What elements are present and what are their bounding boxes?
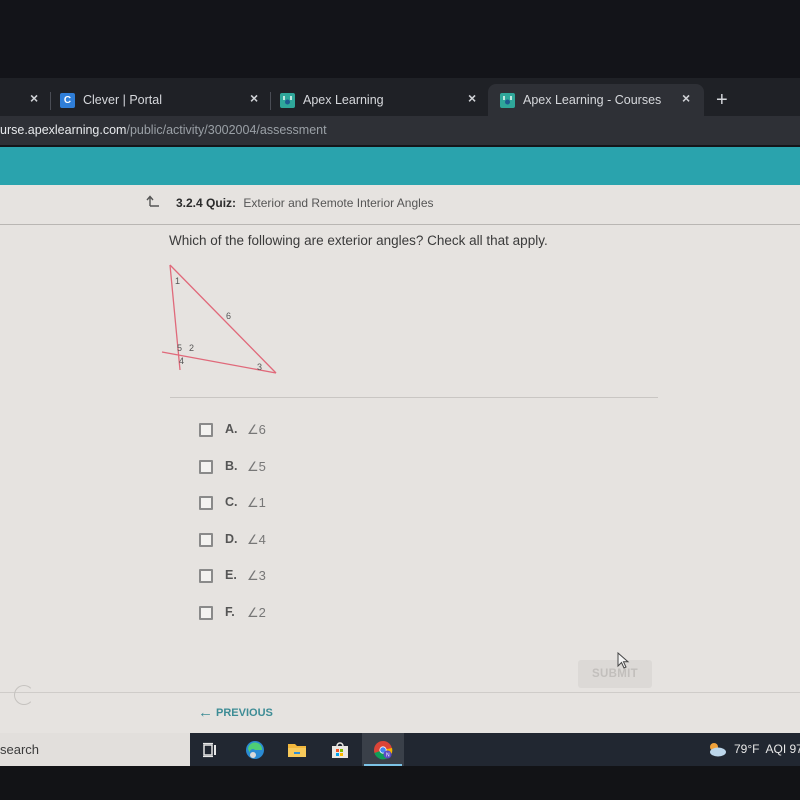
answer-option-e[interactable]: E. ∠3 — [199, 568, 266, 605]
checkbox[interactable] — [199, 532, 213, 547]
answer-option-b[interactable]: B. ∠5 — [199, 459, 266, 496]
close-tab-icon[interactable]: × — [468, 90, 476, 106]
loading-spinner-icon — [14, 685, 34, 705]
answer-option-c[interactable]: C. ∠1 — [199, 495, 266, 532]
temperature: 79°F — [734, 742, 760, 756]
checkbox[interactable] — [199, 605, 213, 620]
option-value: ∠3 — [247, 568, 266, 583]
quiz-kind: Quiz: — [206, 196, 237, 210]
breadcrumb: 3.2.4 Quiz: Exterior and Remote Interior… — [176, 196, 434, 210]
angle-label-3: 3 — [257, 362, 262, 372]
tab-apex-learning[interactable]: Apex Learning × — [280, 84, 486, 116]
file-explorer-icon[interactable] — [287, 740, 307, 760]
tab-label: Apex Learning - Courses — [523, 93, 662, 107]
answer-option-f[interactable]: F. ∠2 — [199, 605, 266, 642]
tab-label: Apex Learning — [303, 93, 384, 107]
option-value: ∠2 — [247, 604, 266, 620]
svg-text:N: N — [386, 753, 390, 759]
option-value: ∠4 — [247, 531, 266, 547]
close-tab-icon[interactable]: × — [682, 90, 690, 106]
checkbox[interactable] — [199, 459, 213, 474]
site-header-band — [0, 147, 800, 185]
content-divider — [170, 397, 658, 398]
option-value: ∠5 — [247, 458, 266, 474]
partly-cloudy-icon — [710, 743, 726, 757]
back-up-icon[interactable] — [146, 194, 160, 208]
close-tab-icon[interactable]: × — [250, 90, 258, 106]
mouse-cursor-icon — [617, 652, 630, 669]
taskbar-search-box[interactable]: search — [0, 733, 190, 766]
quiz-title: Exterior and Remote Interior Angles — [243, 196, 434, 210]
search-placeholder: search — [0, 742, 40, 757]
angle-label-4: 4 — [179, 356, 184, 366]
apex-learning-icon — [500, 92, 515, 108]
apex-learning-icon — [280, 92, 295, 108]
submit-button[interactable]: SUBMIT — [578, 660, 652, 688]
question-text: Which of the following are exterior angl… — [169, 233, 548, 248]
option-letter: D. — [225, 531, 238, 546]
air-quality-index: AQI 97 — [765, 742, 800, 756]
address-bar[interactable]: urse.apexlearning.com/public/activity/30… — [0, 116, 800, 145]
previous-button[interactable]: ← PREVIOUS — [198, 704, 273, 721]
url-path: /public/activity/3002004/assessment — [126, 123, 327, 137]
arrow-left-icon: ← — [198, 704, 213, 721]
previous-label: PREVIOUS — [216, 706, 273, 719]
windows-taskbar: search N 79°F AQI 97 — [0, 733, 800, 766]
angle-label-2: 2 — [189, 343, 194, 353]
url-field[interactable]: urse.apexlearning.com/public/activity/30… — [0, 123, 327, 137]
url-host: urse.apexlearning.com — [0, 123, 127, 137]
checkbox[interactable] — [199, 569, 213, 583]
screen-bezel-bottom — [0, 766, 800, 800]
quiz-number: 3.2.4 — [176, 196, 203, 210]
clever-icon: C — [60, 92, 75, 108]
screen-bezel-top — [0, 0, 800, 78]
edge-icon[interactable] — [245, 740, 265, 760]
tab-apex-learning-courses[interactable]: Apex Learning - Courses × — [488, 84, 704, 116]
angle-label-5: 5 — [177, 343, 182, 353]
new-tab-button[interactable]: + — [716, 90, 728, 110]
checkbox[interactable] — [199, 423, 213, 437]
answer-option-d[interactable]: D. ∠4 — [199, 532, 266, 569]
answer-options: A. ∠6 B. ∠5 C. ∠1 D. ∠4 E. ∠3 F. ∠2 — [199, 422, 266, 641]
microsoft-store-icon[interactable] — [330, 740, 350, 760]
angle-label-6: 6 — [226, 311, 231, 321]
answer-option-a[interactable]: A. ∠6 — [199, 422, 266, 459]
tab-partial[interactable]: × — [0, 84, 50, 116]
quiz-page: 3.2.4 Quiz: Exterior and Remote Interior… — [0, 185, 800, 733]
option-letter: F. — [225, 604, 235, 619]
angle-label-1: 1 — [175, 276, 180, 286]
option-value: ∠1 — [247, 495, 266, 510]
checkbox[interactable] — [199, 496, 213, 510]
option-letter: E. — [225, 568, 237, 582]
weather-widget[interactable]: 79°F AQI 97 — [706, 741, 800, 757]
close-tab-icon[interactable]: × — [30, 90, 38, 106]
option-letter: C. — [225, 495, 238, 509]
tab-clever-portal[interactable]: C Clever | Portal × — [60, 84, 270, 116]
task-view-icon[interactable] — [200, 740, 220, 760]
footer-divider — [0, 692, 800, 693]
browser-tab-strip: × C Clever | Portal × Apex Learning × Ap… — [0, 78, 800, 116]
tab-label: Clever | Portal — [83, 93, 162, 107]
quiz-header: 3.2.4 Quiz: Exterior and Remote Interior… — [0, 185, 800, 225]
option-letter: B. — [225, 458, 238, 473]
tab-separator — [50, 92, 51, 110]
option-value: ∠6 — [247, 422, 266, 437]
chrome-icon[interactable]: N — [373, 740, 393, 760]
option-letter: A. — [225, 422, 238, 436]
tab-separator — [270, 92, 271, 110]
triangle-diagram: 1 6 5 2 4 3 — [161, 264, 277, 374]
